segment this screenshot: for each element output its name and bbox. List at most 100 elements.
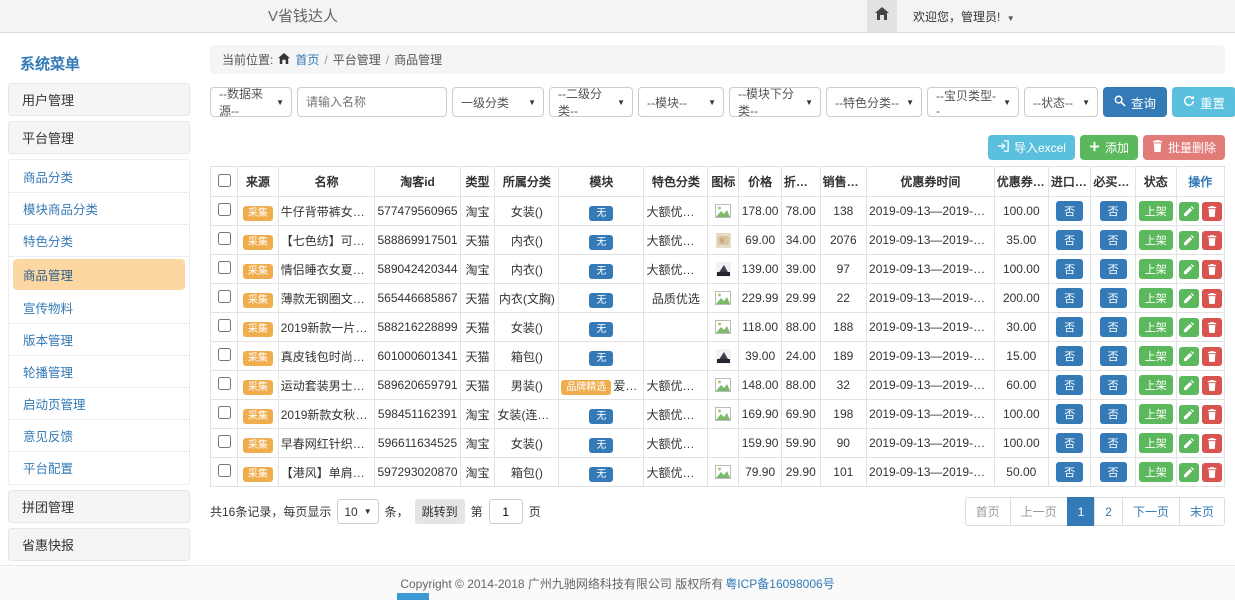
must-buy-toggle[interactable]: 否 — [1100, 462, 1127, 482]
import-optional-toggle[interactable]: 否 — [1056, 201, 1083, 221]
sidebar-sub-item[interactable]: 商品分类 — [9, 161, 189, 193]
page-button[interactable]: 1 — [1067, 497, 1096, 526]
import-optional-toggle[interactable]: 否 — [1056, 317, 1083, 337]
sidebar-sub-item[interactable]: 意见反馈 — [9, 420, 189, 452]
import-optional-toggle[interactable]: 否 — [1056, 375, 1083, 395]
filter-select[interactable]: --模块--▼ — [638, 87, 724, 117]
sidebar-sub-item[interactable]: 启动页管理 — [9, 388, 189, 420]
must-buy-toggle[interactable]: 否 — [1100, 201, 1127, 221]
row-checkbox[interactable] — [218, 435, 231, 448]
sidebar-group-item[interactable]: 省惠快报 — [8, 528, 190, 561]
edit-button[interactable] — [1179, 376, 1199, 395]
breadcrumb-home-link[interactable]: 首页 — [295, 51, 319, 68]
sidebar-sub-item[interactable]: 特色分类 — [9, 225, 189, 257]
must-buy-toggle[interactable]: 否 — [1100, 230, 1127, 250]
row-checkbox[interactable] — [218, 406, 231, 419]
status-button[interactable]: 上架 — [1139, 462, 1173, 482]
must-buy-toggle[interactable]: 否 — [1100, 317, 1127, 337]
status-button[interactable]: 上架 — [1139, 404, 1173, 424]
filter-select[interactable]: 一级分类▼ — [452, 87, 544, 117]
page-button[interactable]: 下一页 — [1122, 497, 1180, 526]
delete-button[interactable] — [1202, 434, 1222, 453]
sidebar-sub-item[interactable]: 版本管理 — [9, 324, 189, 356]
filter-select[interactable]: --二级分类--▼ — [549, 87, 633, 117]
delete-button[interactable] — [1202, 405, 1222, 424]
filter-select[interactable]: --特色分类--▼ — [826, 87, 922, 117]
filter-select[interactable]: --状态--▼ — [1024, 87, 1098, 117]
must-buy-toggle[interactable]: 否 — [1100, 433, 1127, 453]
row-checkbox[interactable] — [218, 319, 231, 332]
home-button[interactable] — [867, 0, 897, 32]
select-all-checkbox[interactable] — [218, 174, 231, 187]
row-checkbox[interactable] — [218, 261, 231, 274]
icp-link[interactable]: 粤ICP备16098006号 — [725, 575, 834, 592]
edit-button[interactable] — [1179, 260, 1199, 279]
sidebar-sub-item[interactable]: 轮播管理 — [9, 356, 189, 388]
sidebar-group-item[interactable]: 平台管理 — [8, 121, 190, 154]
edit-button[interactable] — [1179, 202, 1199, 221]
row-checkbox[interactable] — [218, 203, 231, 216]
add-button[interactable]: 添加 — [1080, 135, 1138, 160]
import-optional-toggle[interactable]: 否 — [1056, 259, 1083, 279]
edit-button[interactable] — [1179, 231, 1199, 250]
must-buy-toggle[interactable]: 否 — [1100, 375, 1127, 395]
filter-select[interactable]: --模块下分类--▼ — [729, 87, 821, 117]
import-optional-toggle[interactable]: 否 — [1056, 433, 1083, 453]
page-button[interactable]: 2 — [1094, 497, 1123, 526]
row-checkbox[interactable] — [218, 290, 231, 303]
import-optional-toggle[interactable]: 否 — [1056, 462, 1083, 482]
import-optional-toggle[interactable]: 否 — [1056, 346, 1083, 366]
edit-button[interactable] — [1179, 463, 1199, 482]
sidebar-sub-item[interactable]: 模块商品分类 — [9, 193, 189, 225]
user-menu[interactable]: 欢迎您，管理员! ▼ — [913, 8, 1015, 25]
jump-button[interactable]: 跳转到 — [415, 499, 465, 524]
status-button[interactable]: 上架 — [1139, 230, 1173, 250]
breadcrumb-item[interactable]: 平台管理 — [333, 51, 381, 68]
import-optional-toggle[interactable]: 否 — [1056, 230, 1083, 250]
edit-button[interactable] — [1179, 289, 1199, 308]
delete-button[interactable] — [1202, 376, 1222, 395]
import-optional-toggle[interactable]: 否 — [1056, 288, 1083, 308]
must-buy-toggle[interactable]: 否 — [1100, 404, 1127, 424]
must-buy-toggle[interactable]: 否 — [1100, 288, 1127, 308]
status-button[interactable]: 上架 — [1139, 317, 1173, 337]
edit-button[interactable] — [1179, 347, 1199, 366]
must-buy-toggle[interactable]: 否 — [1100, 259, 1127, 279]
sidebar-group-item[interactable]: 用户管理 — [8, 83, 190, 116]
delete-button[interactable] — [1202, 231, 1222, 250]
status-button[interactable]: 上架 — [1139, 201, 1173, 221]
must-buy-toggle[interactable]: 否 — [1100, 346, 1127, 366]
status-button[interactable]: 上架 — [1139, 288, 1173, 308]
filter-select[interactable]: --数据来源--▼ — [210, 87, 292, 117]
edit-button[interactable] — [1179, 318, 1199, 337]
page-button[interactable]: 末页 — [1179, 497, 1225, 526]
status-button[interactable]: 上架 — [1139, 346, 1173, 366]
import-excel-button[interactable]: 导入excel — [988, 135, 1075, 160]
row-checkbox[interactable] — [218, 464, 231, 477]
sidebar-sub-item[interactable]: 平台配置 — [9, 452, 189, 483]
import-optional-toggle[interactable]: 否 — [1056, 404, 1083, 424]
delete-button[interactable] — [1202, 463, 1222, 482]
edit-button[interactable] — [1179, 405, 1199, 424]
filter-select[interactable]: --宝贝类型--▼ — [927, 87, 1019, 117]
row-checkbox[interactable] — [218, 348, 231, 361]
delete-button[interactable] — [1202, 289, 1222, 308]
name-search-input[interactable] — [297, 87, 447, 117]
row-checkbox[interactable] — [218, 232, 231, 245]
row-checkbox[interactable] — [218, 377, 231, 390]
status-button[interactable]: 上架 — [1139, 433, 1173, 453]
search-button[interactable]: 查询 — [1103, 87, 1167, 117]
batch-delete-button[interactable]: 批量删除 — [1143, 135, 1225, 160]
status-button[interactable]: 上架 — [1139, 375, 1173, 395]
delete-button[interactable] — [1202, 318, 1222, 337]
delete-button[interactable] — [1202, 202, 1222, 221]
reset-button[interactable]: 重置 — [1172, 87, 1235, 117]
sidebar-sub-item[interactable]: 宣传物料 — [9, 292, 189, 324]
sidebar-group-item[interactable]: 拼团管理 — [8, 490, 190, 523]
status-button[interactable]: 上架 — [1139, 259, 1173, 279]
delete-button[interactable] — [1202, 347, 1222, 366]
jump-page-input[interactable] — [489, 499, 523, 524]
delete-button[interactable] — [1202, 260, 1222, 279]
page-size-select[interactable]: 10 ▼ — [337, 499, 378, 524]
edit-button[interactable] — [1179, 434, 1199, 453]
